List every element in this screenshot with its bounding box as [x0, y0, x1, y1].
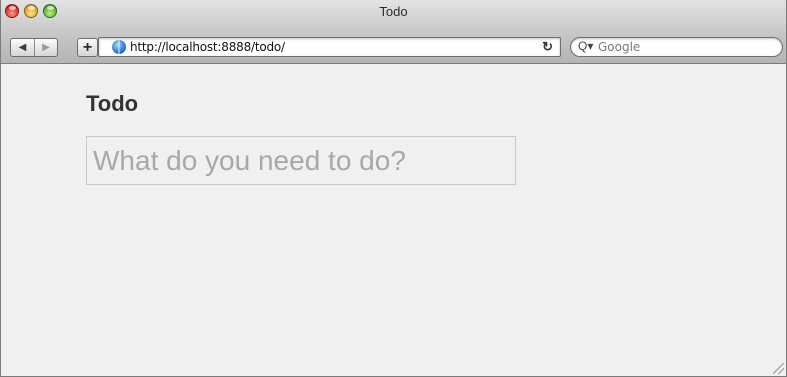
back-arrow-icon: ◀ [18, 42, 27, 53]
reload-icon[interactable]: ↻ [542, 39, 553, 55]
minimize-window-button[interactable] [24, 4, 38, 18]
zoom-window-button[interactable] [43, 4, 57, 18]
search-icon: Q▾ [578, 39, 594, 53]
close-window-button[interactable] [5, 4, 19, 18]
plus-icon: + [82, 38, 93, 56]
navigation-buttons: ◀ ▶ [10, 38, 58, 57]
back-button[interactable]: ◀ [11, 39, 34, 56]
page-title: Todo [86, 91, 139, 116]
search-placeholder: Google [598, 40, 641, 54]
window-title: Todo [379, 4, 408, 19]
globe-icon [112, 40, 126, 54]
page-content: Todo [2, 65, 786, 376]
window-controls [5, 4, 57, 18]
forward-arrow-icon: ▶ [42, 42, 50, 53]
url-text: http://localhost:8888/todo/ [130, 40, 285, 54]
forward-button[interactable]: ▶ [34, 39, 57, 56]
add-bookmark-button[interactable]: + [77, 38, 98, 57]
new-todo-input[interactable] [86, 136, 516, 185]
search-field[interactable]: Q▾ Google [570, 37, 783, 57]
address-bar[interactable]: http://localhost:8888/todo/ ↻ [98, 37, 561, 57]
browser-toolbar: Todo ◀ ▶ + http://localhost:8888/todo/ ↻… [1, 0, 786, 64]
browser-window: Todo ◀ ▶ + http://localhost:8888/todo/ ↻… [0, 0, 787, 377]
window-resize-grip[interactable] [773, 363, 784, 374]
